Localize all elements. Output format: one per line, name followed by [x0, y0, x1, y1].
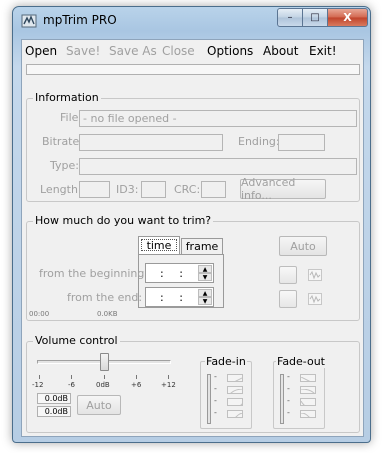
tick-mark [39, 375, 40, 379]
spin-down-icon[interactable]: ▼ [198, 273, 212, 281]
tab-frame[interactable]: frame [181, 238, 223, 254]
menu-options[interactable]: Options [207, 44, 253, 58]
fade-out-log-icon[interactable] [300, 398, 316, 406]
tick-mark [168, 375, 169, 379]
fade-in-tick: - [214, 384, 217, 393]
menu-save[interactable]: Save! [66, 44, 100, 58]
end-time-value: : : [160, 291, 189, 304]
play-end-button[interactable] [279, 290, 297, 308]
crc-label: CRC: [174, 183, 201, 196]
menu-open[interactable]: Open [25, 44, 57, 58]
fade-in-log-icon[interactable] [227, 398, 243, 406]
beginning-time-value: : : [160, 267, 189, 280]
db-readout-1: 0.0dB [37, 393, 71, 404]
trim-title: How much do you want to trim? [33, 214, 214, 227]
volume-group: Volume control -12 -6 0dB +6 +12 0.0dB 0… [26, 334, 360, 433]
fade-out-tick: - [287, 384, 290, 393]
app-icon [21, 14, 37, 28]
id3-field [141, 181, 166, 198]
client-area: Open Save! Save As Close Options About E… [21, 39, 364, 437]
ending-label: Ending: [238, 135, 280, 148]
crc-field [201, 181, 226, 198]
menu-save-as[interactable]: Save As [109, 44, 157, 58]
volume-auto-button[interactable]: Auto [77, 395, 121, 415]
fade-out-group: Fade-out - - - - [273, 355, 326, 429]
spin-up-icon[interactable]: ▲ [198, 265, 212, 273]
time-readout: 00:00 [29, 310, 50, 318]
menu-about[interactable]: About [263, 44, 298, 58]
fade-in-tick: - [214, 396, 217, 405]
trim-auto-button[interactable]: Auto [279, 236, 327, 256]
fade-out-linear-icon[interactable] [300, 374, 316, 382]
window-title: mpTrim PRO [43, 13, 117, 27]
tick-mark [104, 375, 105, 379]
bitrate-field [79, 134, 223, 151]
scale-label-plus12: +12 [161, 381, 176, 389]
menu-close[interactable]: Close [162, 44, 195, 58]
maximize-button[interactable]: □ [302, 8, 328, 27]
fade-in-scurve-icon[interactable] [227, 410, 243, 418]
length-field [79, 181, 110, 198]
progress-bar [26, 64, 360, 75]
fade-in-tick: - [214, 372, 217, 381]
advanced-info-button[interactable]: Advanced info... [240, 176, 326, 202]
fade-in-curve-icon[interactable] [227, 386, 243, 394]
end-spinner[interactable]: ▲ ▼ [198, 289, 212, 305]
ending-field [278, 134, 325, 151]
fade-out-tick: - [287, 372, 290, 381]
app-window: mpTrim PRO – □ X Open Save! Save As Clos… [12, 6, 371, 443]
bitrate-label: Bitrate: [42, 135, 83, 148]
spin-up-icon[interactable]: ▲ [198, 289, 212, 297]
title-bar[interactable]: mpTrim PRO – □ X [13, 7, 370, 37]
trim-group: How much do you want to trim? time frame… [26, 214, 360, 321]
type-label: Type: [50, 159, 79, 172]
fade-out-title: Fade-out [276, 355, 326, 368]
fade-in-title: Fade-in [205, 355, 247, 368]
tick-mark [136, 375, 137, 379]
file-field: - no file opened - [79, 110, 357, 127]
fade-in-tick: - [214, 408, 217, 417]
type-field [79, 158, 357, 175]
volume-title: Volume control [33, 334, 120, 347]
scale-label-minus6: -6 [68, 381, 75, 389]
fade-out-tick: - [287, 408, 290, 417]
scale-label-minus12: -12 [32, 381, 44, 389]
fade-out-tick: - [287, 396, 290, 405]
minimize-button[interactable]: – [277, 8, 303, 27]
scale-label-0db: 0dB [96, 381, 110, 389]
waveform-icon[interactable] [308, 269, 322, 281]
tick-mark [71, 375, 72, 379]
length-label: Length: [40, 183, 82, 196]
fade-in-group: Fade-in - - - - [200, 355, 252, 429]
information-group: Information File: - no file opened - Bit… [26, 91, 360, 202]
id3-label: ID3: [116, 183, 139, 196]
information-title: Information [33, 91, 101, 104]
beginning-spinner[interactable]: ▲ ▼ [198, 265, 212, 281]
scale-label-plus6: +6 [131, 381, 142, 389]
menu-bar: Open Save! Save As Close Options About E… [22, 40, 363, 62]
fade-in-linear-icon[interactable] [227, 374, 243, 382]
size-readout: 0.0KB [97, 310, 118, 318]
fade-in-slider[interactable] [207, 374, 211, 424]
from-end-label: from the end: [67, 291, 143, 304]
menu-exit[interactable]: Exit! [309, 44, 337, 58]
fade-out-scurve-icon[interactable] [300, 410, 316, 418]
end-time-input[interactable]: : : ▲ ▼ [145, 287, 214, 307]
fade-out-slider[interactable] [280, 374, 284, 424]
volume-slider-thumb[interactable] [99, 353, 109, 371]
beginning-time-input[interactable]: : : ▲ ▼ [145, 263, 214, 283]
play-beginning-button[interactable] [279, 266, 297, 284]
spin-down-icon[interactable]: ▼ [198, 297, 212, 305]
close-button[interactable]: X [327, 8, 368, 27]
fade-out-curve-icon[interactable] [300, 386, 316, 394]
tab-time[interactable]: time [138, 236, 180, 254]
db-readout-2: 0.0dB [37, 406, 71, 417]
from-beginning-label: from the beginning: [39, 267, 149, 280]
waveform-icon[interactable] [308, 293, 322, 305]
